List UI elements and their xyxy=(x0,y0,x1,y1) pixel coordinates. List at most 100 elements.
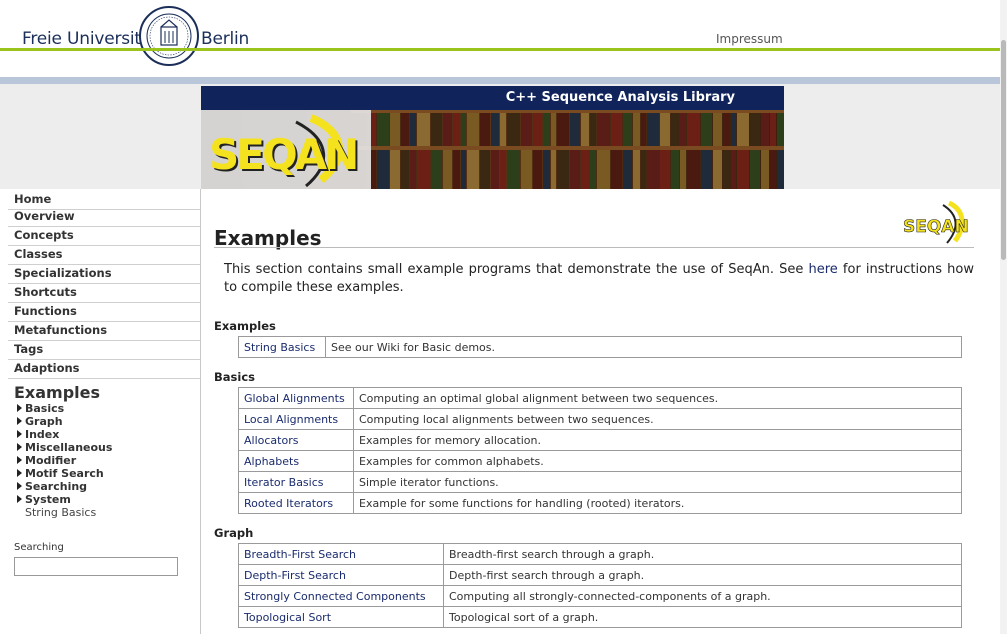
nav-specializations[interactable]: Specializations xyxy=(8,265,200,284)
example-description: Breadth-first search through a graph. xyxy=(443,543,962,565)
book-spine xyxy=(570,150,580,189)
header-blue-band xyxy=(0,77,1007,84)
graph-table: Breadth-First Search Breadth-first searc… xyxy=(238,543,962,628)
book-spine xyxy=(590,150,596,189)
example-link[interactable]: Strongly Connected Components xyxy=(238,585,444,607)
example-description: Examples for common alphabets. xyxy=(353,450,962,472)
example-link[interactable]: String Basics xyxy=(238,336,326,358)
example-description: Simple iterator functions. xyxy=(353,471,962,493)
book-spine xyxy=(680,150,686,189)
book-spine xyxy=(623,113,632,146)
nav-classes[interactable]: Classes xyxy=(8,246,200,265)
book-spine xyxy=(401,113,409,146)
impressum-link[interactable]: Impressum xyxy=(716,32,783,46)
book-spine xyxy=(410,150,416,189)
page-scrollbar[interactable] xyxy=(1000,0,1007,634)
example-link[interactable]: Iterator Basics xyxy=(238,471,354,493)
book-spine xyxy=(453,113,460,146)
example-link[interactable]: Global Alignments xyxy=(238,387,354,409)
book-spine xyxy=(461,150,466,189)
example-link[interactable]: Rooted Iterators xyxy=(238,492,354,514)
seqan-logo[interactable]: SEQAN xyxy=(209,130,359,179)
book-spine xyxy=(533,113,542,146)
example-link[interactable]: Local Alignments xyxy=(238,408,354,430)
subnav-index[interactable]: Index xyxy=(17,428,59,441)
banner-tagline: C++ Sequence Analysis Library xyxy=(201,86,784,110)
book-spine xyxy=(377,113,389,146)
book-spine xyxy=(671,150,679,189)
book-spine xyxy=(480,113,490,146)
book-spine xyxy=(701,113,712,146)
book-spine xyxy=(633,113,640,146)
seqan-banner: C++ Sequence Analysis Library SEQAN xyxy=(201,86,784,189)
book-spine xyxy=(480,150,490,189)
book-spine xyxy=(417,150,430,189)
book-spine xyxy=(557,150,569,189)
book-spine xyxy=(597,150,610,189)
book-spine xyxy=(770,113,776,146)
intro-paragraph: This section contains small example prog… xyxy=(224,261,974,297)
examples-table: String Basics See our Wiki for Basic dem… xyxy=(238,336,962,358)
nav-adaptions[interactable]: Adaptions xyxy=(8,360,200,379)
site-header: Freie Universität Berlin Impressum xyxy=(0,0,1007,84)
book-spine xyxy=(641,150,646,189)
expand-triangle-icon xyxy=(17,456,22,464)
book-spine xyxy=(777,150,784,189)
nav-metafunctions[interactable]: Metafunctions xyxy=(8,322,200,341)
nav-shortcuts[interactable]: Shortcuts xyxy=(8,284,200,303)
book-spine xyxy=(401,150,409,189)
book-spine xyxy=(390,150,400,189)
book-spine xyxy=(431,150,442,189)
nav-concepts[interactable]: Concepts xyxy=(8,227,200,246)
example-description: See our Wiki for Basic demos. xyxy=(325,336,962,358)
subnav-motif-search[interactable]: Motif Search xyxy=(17,467,104,480)
book-spine xyxy=(543,150,550,189)
book-spine xyxy=(390,113,400,146)
subnav-system[interactable]: System xyxy=(17,493,71,506)
expand-triangle-icon xyxy=(17,417,22,425)
nav-current-section[interactable]: Examples xyxy=(14,383,100,402)
book-spine xyxy=(750,113,760,146)
university-seal-icon[interactable] xyxy=(138,5,200,67)
nav-tags[interactable]: Tags xyxy=(8,341,200,360)
seqan-small-logo: SEQAN xyxy=(901,199,975,245)
table-row: Depth-First Search Depth-first search th… xyxy=(238,564,962,586)
subnav-label: Graph xyxy=(25,415,63,428)
subnav-basics[interactable]: Basics xyxy=(17,402,64,415)
nav-functions[interactable]: Functions xyxy=(8,303,200,322)
nav-overview[interactable]: Overview xyxy=(8,208,200,227)
subnav-searching[interactable]: Searching xyxy=(17,480,87,493)
expand-triangle-icon xyxy=(17,469,22,477)
expand-triangle-icon xyxy=(17,482,22,490)
expand-triangle-icon xyxy=(17,495,22,503)
example-link[interactable]: Topological Sort xyxy=(238,606,444,628)
subnav-miscellaneous[interactable]: Miscellaneous xyxy=(17,441,112,454)
book-spine xyxy=(533,150,542,189)
book-spine xyxy=(750,150,760,189)
example-link[interactable]: Depth-First Search xyxy=(238,564,444,586)
example-link[interactable]: Breadth-First Search xyxy=(238,543,444,565)
scrollbar-thumb[interactable] xyxy=(1001,40,1006,260)
university-name-right: Berlin xyxy=(201,29,250,49)
example-link[interactable]: Alphabets xyxy=(238,450,354,472)
search-input[interactable] xyxy=(14,557,178,576)
example-description: Depth-first search through a graph. xyxy=(443,564,962,586)
table-row: Topological Sort Topological sort of a g… xyxy=(238,606,962,628)
book-spine xyxy=(611,150,622,189)
book-spine xyxy=(671,113,679,146)
subnav-graph[interactable]: Graph xyxy=(17,415,63,428)
book-spine xyxy=(641,113,646,146)
table-row: Iterator Basics Simple iterator function… xyxy=(238,471,962,493)
book-spine xyxy=(377,150,389,189)
subnav-modifier[interactable]: Modifier xyxy=(17,454,76,467)
subnav-string-basics[interactable]: String Basics xyxy=(25,506,96,519)
main-content: SEQAN Examples This section contains sma… xyxy=(201,189,1000,634)
search-label: Searching xyxy=(14,542,64,553)
book-spine xyxy=(731,150,736,189)
compile-instructions-link[interactable]: here xyxy=(809,262,838,277)
expand-triangle-icon xyxy=(17,443,22,451)
example-link[interactable]: Allocators xyxy=(238,429,354,451)
table-row: Allocators Examples for memory allocatio… xyxy=(238,429,962,451)
book-spine xyxy=(723,150,730,189)
book-spine xyxy=(417,113,430,146)
